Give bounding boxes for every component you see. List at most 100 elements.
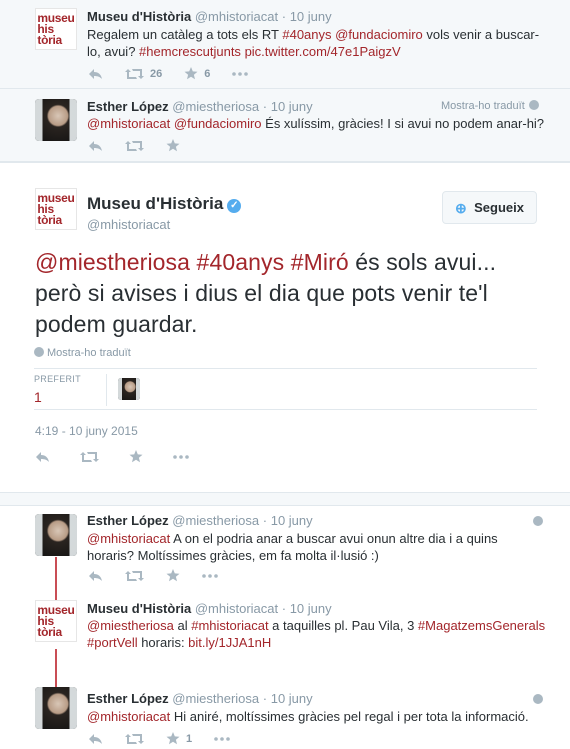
tweet-header: Esther López @miestheriosa · 10 juny: [87, 99, 313, 114]
reply-button[interactable]: [88, 733, 103, 745]
reply-button[interactable]: [88, 68, 103, 80]
retweet-button[interactable]: 26: [125, 68, 162, 80]
tweet-link[interactable]: #MagatzemsGenerals: [418, 618, 545, 633]
more-button[interactable]: [202, 573, 218, 578]
globe-icon: [34, 347, 44, 357]
tweet-date[interactable]: · 10 juny: [263, 99, 313, 114]
favorites-stat[interactable]: PREFERIT 1: [34, 374, 107, 406]
tweet-text-fragment: al: [173, 618, 192, 633]
favorite-button[interactable]: 6: [184, 67, 210, 80]
author-handle[interactable]: @miestheriosa: [172, 99, 259, 114]
favorite-count: 1: [186, 732, 193, 745]
author-handle[interactable]: @miestheriosa: [172, 513, 259, 528]
translate-link[interactable]: Mostra-ho traduït: [441, 100, 539, 112]
globe-icon[interactable]: [533, 694, 543, 704]
museu-logo[interactable]: museu his tòria: [35, 188, 77, 230]
more-icon: [173, 454, 189, 459]
verified-icon: ✓: [227, 199, 242, 213]
more-button[interactable]: [173, 454, 189, 459]
tweet-link[interactable]: @mhistoriacat: [87, 709, 170, 724]
avatar[interactable]: [35, 687, 77, 729]
more-button[interactable]: [232, 71, 249, 76]
retweet-icon: [80, 451, 99, 463]
follow-label: Segueix: [474, 200, 524, 215]
tweet-date[interactable]: · 10 juny: [263, 691, 313, 706]
tweet-link[interactable]: #40anys: [282, 27, 331, 42]
translate-link[interactable]: Mostra-ho traduït: [34, 347, 131, 359]
author-name[interactable]: Museu d'Història: [87, 9, 191, 24]
tweet-link[interactable]: @mhistoriacat: [87, 116, 170, 131]
tweet-text-fragment: Regalem un catàleg a tots els RT: [87, 27, 283, 42]
retweet-button[interactable]: [125, 570, 144, 582]
tweet-date[interactable]: · 10 juny: [282, 9, 332, 24]
author-handle[interactable]: @mhistoriacat: [195, 9, 278, 24]
favorite-count: 6: [204, 67, 211, 80]
permalink-tweet: museu his tòria Museu d'Història ✓ @mhist…: [0, 162, 570, 493]
author-name[interactable]: Esther López: [87, 691, 169, 706]
tweet-actions: 26 6: [88, 67, 270, 80]
tweet-link[interactable]: @fundaciomiro: [174, 116, 262, 131]
museu-logo[interactable]: museu his tòria: [35, 600, 77, 642]
retweet-icon: [125, 733, 144, 745]
tweet-link[interactable]: @miestheriosa: [87, 618, 174, 633]
logo-line-3: tòria: [37, 212, 62, 227]
reply-esther-2[interactable]: Esther López @miestheriosa · 10 juny @mh…: [0, 683, 570, 749]
tweet-museu-1[interactable]: museu his tòria Museu d'Història @mhisto…: [0, 0, 570, 88]
avatar[interactable]: [35, 99, 77, 141]
retweet-button[interactable]: [80, 451, 99, 463]
tweet-header: Museu d'Història @mhistoriacat · 10 juny: [87, 601, 332, 616]
tweet-link[interactable]: #hemcrescutjunts: [139, 44, 241, 59]
tweet-date[interactable]: · 10 juny: [282, 601, 332, 616]
tweet-date[interactable]: · 10 juny: [263, 513, 313, 528]
tweet-link[interactable]: @fundaciomiro: [335, 27, 423, 42]
tweet-link[interactable]: pic.twitter.com/47e1PaigzV: [245, 44, 401, 59]
retweet-button[interactable]: [125, 140, 144, 152]
favorite-button[interactable]: 1: [166, 732, 192, 745]
tweet-link[interactable]: @miestheriosa: [35, 249, 190, 275]
author-name[interactable]: Museu d'Història: [87, 194, 223, 213]
reply-esther-1[interactable]: Esther López @miestheriosa · 10 juny @mh…: [0, 506, 570, 594]
reply-button[interactable]: [88, 570, 103, 582]
favorite-button[interactable]: [166, 569, 180, 582]
tweet-link[interactable]: bit.ly/1JJA1nH: [188, 635, 271, 650]
author-name[interactable]: Esther López: [87, 513, 169, 528]
tweet-link[interactable]: #Miró: [291, 249, 349, 275]
retweet-icon: [125, 68, 144, 80]
author-handle[interactable]: @mhistoriacat: [195, 601, 278, 616]
tweet-text: @mhistoriacat Hi aniré, moltíssimes gràc…: [87, 708, 557, 725]
tweet-link[interactable]: #portVell: [87, 635, 138, 650]
reply-museu-1[interactable]: museu his tòria Museu d'Història @mhisto…: [0, 595, 570, 683]
tweet-link[interactable]: #mhistoriacat: [191, 618, 268, 633]
tweet-text: @mhistoriacat @fundaciomiro És xulíssim,…: [87, 115, 557, 132]
author-name[interactable]: Museu d'Història: [87, 601, 191, 616]
reply-button[interactable]: [35, 451, 50, 463]
tweet-actions: [88, 139, 202, 152]
author-block[interactable]: Museu d'Història ✓ @mhistoriacat: [87, 194, 242, 232]
favoriter-avatar[interactable]: [118, 378, 140, 400]
author-name[interactable]: Esther López: [87, 99, 169, 114]
museu-logo[interactable]: museu his tòria: [35, 8, 77, 50]
retweet-button[interactable]: [125, 733, 144, 745]
author-handle[interactable]: @miestheriosa: [172, 691, 259, 706]
tweet-header: Esther López @miestheriosa · 10 juny: [87, 513, 313, 528]
favorite-icon: [166, 732, 180, 745]
reply-button[interactable]: [88, 140, 103, 152]
tweet-actions: [35, 450, 211, 463]
tweet-link[interactable]: #40anys: [197, 249, 285, 275]
tweet-text: @mhistoriacat A on el podria anar a busc…: [87, 530, 547, 564]
tweet-header: Esther López @miestheriosa · 10 juny: [87, 691, 313, 706]
favorite-button[interactable]: [129, 450, 143, 463]
retweet-icon: [125, 140, 144, 152]
tweet-text-fragment: Hi aniré, moltíssimes gràcies pel regal …: [170, 709, 529, 724]
reply-icon: [88, 140, 103, 152]
tweet-actions: 1: [88, 732, 252, 745]
tweet-esther-1[interactable]: Esther López @miestheriosa · 10 juny Mos…: [0, 89, 570, 161]
globe-icon[interactable]: [533, 516, 543, 526]
author-handle[interactable]: @mhistoriacat: [87, 217, 241, 232]
favorite-button[interactable]: [166, 139, 180, 152]
tweet-link[interactable]: @mhistoriacat: [87, 531, 170, 546]
more-button[interactable]: [214, 736, 230, 741]
avatar[interactable]: [35, 514, 77, 556]
follow-button[interactable]: ⊕ Segueix: [442, 191, 537, 224]
tweet-text-fragment: És xulíssim, gràcies! I si avui no podem…: [261, 116, 545, 131]
